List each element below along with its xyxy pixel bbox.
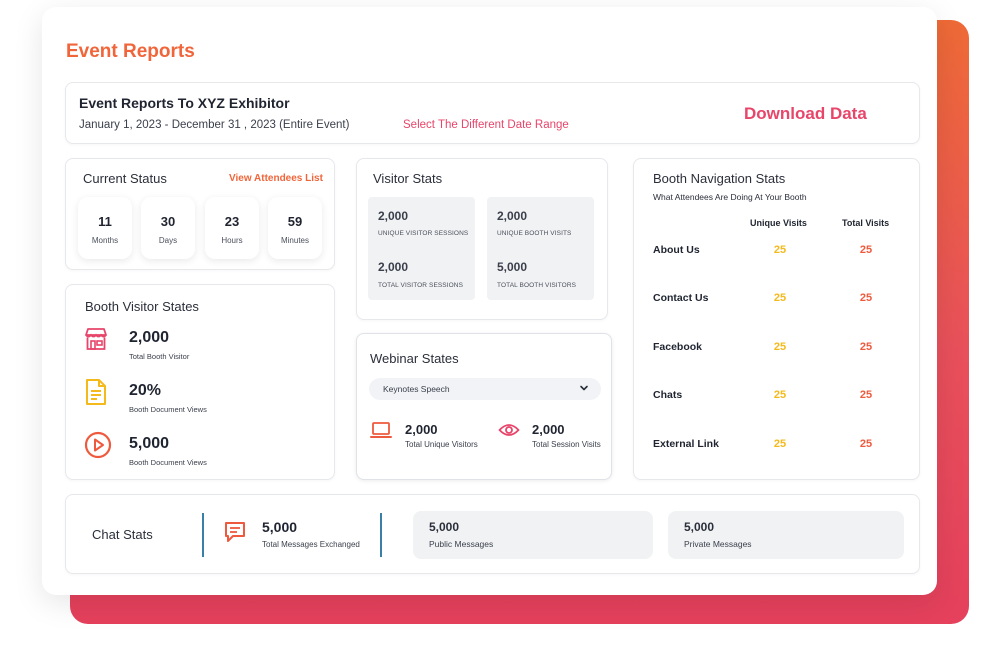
row-total-value: 25 [859,292,873,304]
minutes-value: 59 [287,214,303,229]
private-messages-value: 5,000 [684,520,715,534]
row-unique-value: 25 [773,292,787,304]
row-label-contact-us: Contact Us [653,292,709,304]
months-counter: 11 Months [78,197,132,259]
booth-visitor-label: Total Booth Visitor [129,352,190,361]
private-messages-label: Private Messages [684,539,752,549]
row-total-value: 25 [859,244,873,256]
days-counter: 30 Days [141,197,195,259]
webinar-title: Webinar States [370,351,459,366]
unique-visits-column-header: Unique Visits [750,218,807,228]
row-total-value: 25 [859,389,873,401]
chat-stats-panel: Chat Stats 5,000 Total Messages Exchange… [65,494,920,574]
play-circle-icon [84,431,112,459]
total-visitor-sessions-label: TOTAL VISITOR SESSIONS [378,282,464,289]
unique-visitors-label: Total Unique Visitors [405,440,478,449]
session-visits-value: 2,000 [532,422,565,437]
total-messages-value: 5,000 [262,519,298,535]
store-icon [85,328,107,350]
booth-visits-box: 2,000 UNIQUE BOOTH VISITS 5,000 TOTAL BO… [487,197,594,300]
booth-navigation-subtitle: What Attendees Are Doing At Your Booth [653,192,807,202]
hours-counter: 23 Hours [205,197,259,259]
page-title: Event Reports [66,41,195,62]
booth-visitor-title: Booth Visitor States [85,299,199,314]
chevron-down-icon [580,385,588,391]
row-total-value: 25 [859,438,873,450]
report-title: Event Reports To XYZ Exhibitor [79,95,290,111]
current-status-title: Current Status [83,171,167,186]
booth-navigation-title: Booth Navigation Stats [653,171,786,186]
current-status-panel: Current Status View Attendees List 11 Mo… [65,158,335,270]
document-views-label: Booth Document Views [129,405,207,414]
webinar-session-dropdown[interactable]: Keynotes Speech [369,378,601,400]
booth-visitor-panel: Booth Visitor States 2,000 Total Booth V… [65,284,335,480]
days-label: Days [158,236,178,245]
hours-value: 23 [224,214,240,229]
row-label-chats: Chats [653,389,683,401]
hours-label: Hours [221,236,243,245]
booth-visitor-value: 2,000 [129,329,170,346]
document-icon [86,379,106,405]
date-range: January 1, 2023 - December 31 , 2023 (En… [79,119,350,131]
eye-icon [498,424,520,436]
visitor-stats-panel: Visitor Stats 2,000 UNIQUE VISITOR SESSI… [356,158,608,320]
total-booth-visitors-label: TOTAL BOOTH VISITORS [497,282,577,289]
minutes-label: Minutes [280,236,309,245]
unique-visitor-sessions-value: 2,000 [378,209,409,223]
public-messages-label: Public Messages [429,539,494,549]
days-value: 30 [160,214,176,229]
divider [202,513,204,557]
webinar-selected-option: Keynotes Speech [383,384,450,394]
stage: Event Reports Event Reports To XYZ Exhib… [0,0,995,645]
private-messages-box: 5,000 Private Messages [668,511,904,559]
row-total-value: 25 [859,341,873,353]
unique-booth-visits-label: UNIQUE BOOTH VISITS [497,230,572,237]
minutes-counter: 59 Minutes [268,197,322,259]
total-visitor-sessions-value: 2,000 [378,260,409,274]
row-unique-value: 25 [773,438,787,450]
divider [380,513,382,557]
public-messages-value: 5,000 [429,520,460,534]
view-attendees-link[interactable]: View Attendees List [229,173,323,184]
document-views-count: 5,000 [129,435,170,452]
visitor-stats-title: Visitor Stats [373,171,443,186]
row-unique-value: 25 [773,244,787,256]
row-label-external-link: External Link [653,438,719,450]
select-date-range-link[interactable]: Select The Different Date Range [403,119,569,131]
download-data-button[interactable]: Download Data [744,104,867,124]
session-visits-label: Total Session Visits [532,440,601,449]
public-messages-box: 5,000 Public Messages [413,511,653,559]
unique-visitors-value: 2,000 [405,422,438,437]
total-visits-column-header: Total Visits [842,218,890,228]
document-views-percent: 20% [129,382,162,399]
report-card: Event Reports Event Reports To XYZ Exhib… [42,7,937,595]
months-label: Months [91,236,119,245]
document-views-count-label: Booth Document Views [129,458,207,467]
report-header: Event Reports To XYZ Exhibitor January 1… [65,82,920,144]
unique-booth-visits-value: 2,000 [497,209,528,223]
total-booth-visitors-value: 5,000 [497,260,528,274]
webinar-panel: Webinar States Keynotes Speech 2,000 Tot… [356,333,612,480]
visitor-sessions-box: 2,000 UNIQUE VISITOR SESSIONS 2,000 TOTA… [368,197,475,300]
total-messages-label: Total Messages Exchanged [262,540,360,549]
row-unique-value: 25 [773,389,787,401]
row-label-facebook: Facebook [653,341,703,353]
row-label-about-us: About Us [653,244,700,256]
months-value: 11 [98,214,112,229]
chat-stats-title: Chat Stats [92,527,153,542]
chat-message-icon [225,522,245,542]
row-unique-value: 25 [773,341,787,353]
booth-navigation-panel: Booth Navigation Stats What Attendees Ar… [633,158,920,480]
unique-visitor-sessions-label: UNIQUE VISITOR SESSIONS [378,230,469,237]
laptop-icon [370,422,392,438]
